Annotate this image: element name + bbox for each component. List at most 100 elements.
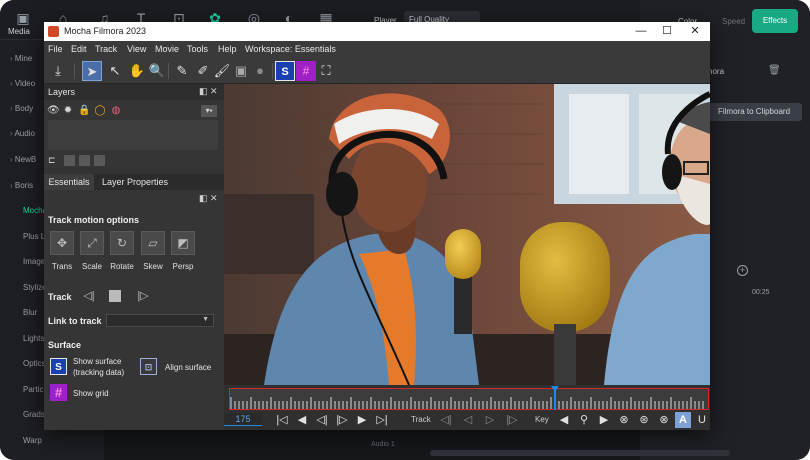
settings-disc-icon[interactable]: ● [250, 61, 270, 81]
tab-effects[interactable]: Effects [752, 9, 798, 33]
color-ring-icon[interactable]: ◯ [94, 105, 106, 117]
sidebar-item[interactable]: Audio [10, 129, 34, 138]
sidebar-item[interactable]: Boris [10, 181, 33, 190]
align-surface-icon[interactable]: ⊡ [140, 358, 157, 375]
show-grid-label[interactable]: Show grid [73, 388, 109, 399]
sidebar-item[interactable]: Plus L [23, 232, 45, 241]
menu-tools[interactable]: Tools [187, 44, 208, 54]
export-icon[interactable]: ⤓ [48, 61, 68, 81]
rotate-motion-button[interactable]: ↻ [110, 231, 134, 255]
toolbar-divider [272, 63, 273, 79]
copy-layer-icon[interactable] [79, 155, 90, 166]
close-panel-icon[interactable]: ✕ [210, 86, 218, 97]
tab-layer-properties[interactable]: Layer Properties [96, 174, 174, 190]
gear-icon[interactable]: ✹ [62, 105, 74, 117]
sidebar-item[interactable]: NewB [10, 155, 36, 164]
lock-icon[interactable]: 🔒 [78, 105, 90, 117]
add-key-icon[interactable]: ⚲ [576, 412, 592, 428]
key-lock-icon[interactable]: U [694, 412, 710, 428]
previous-frame-icon[interactable]: ◁| [314, 412, 330, 428]
next-frame-icon[interactable]: |▷ [334, 412, 350, 428]
xspline-pen-icon[interactable]: ✎ [172, 61, 192, 81]
playhead[interactable] [554, 388, 556, 410]
stop-tracking-icon[interactable] [109, 290, 121, 302]
bezier-pen-icon[interactable]: ✐ [193, 61, 213, 81]
next-key-icon[interactable]: ▶ [596, 412, 612, 428]
sidebar-item[interactable]: Lights [23, 334, 44, 343]
track-forwards-icon[interactable]: |▷ [504, 412, 520, 428]
new-folder-icon[interactable]: ⊏ [48, 155, 59, 166]
clear-keys-icon[interactable]: ⊗ [656, 412, 672, 428]
menu-track[interactable]: Track [95, 44, 117, 54]
duplicate-layer-icon[interactable] [64, 155, 75, 166]
scale-motion-button[interactable]: ⤢ [80, 231, 104, 255]
delete-all-keys-icon[interactable]: ⊛ [636, 412, 652, 428]
zoom-magnifier-icon[interactable]: 🔍 [147, 61, 167, 81]
menu-help[interactable]: Help [218, 44, 237, 54]
close-panel-icon[interactable]: ✕ [210, 193, 218, 204]
track-backwards-icon[interactable]: ◁| [438, 412, 454, 428]
trans-motion-button[interactable]: ✥ [50, 231, 74, 255]
timeline-ruler[interactable] [229, 386, 709, 410]
delete-layer-icon[interactable] [94, 155, 105, 166]
color-wheel-icon[interactable]: ◍ [110, 105, 122, 117]
menu-view[interactable]: View [127, 44, 146, 54]
sidebar-item[interactable]: Body [10, 104, 33, 113]
show-surface-icon[interactable]: S [50, 358, 67, 375]
track-back-frame-icon[interactable]: ◁ [460, 412, 476, 428]
timeline-scrollbar[interactable] [430, 450, 730, 456]
maximize-button[interactable]: ☐ [658, 24, 676, 39]
sidebar-item[interactable]: Warp [23, 436, 42, 445]
track-backwards-icon[interactable]: ◁| [82, 289, 96, 303]
track-forward-frame-icon[interactable]: ▷ [482, 412, 498, 428]
fit-frame-icon[interactable]: ⛶ [316, 61, 336, 81]
zoom-in-icon[interactable]: + [737, 265, 748, 276]
copy-to-clipboard-button[interactable]: Filmora to Clipboard [706, 103, 802, 121]
pick-cursor-icon[interactable]: ➤ [82, 61, 102, 81]
sidebar-item[interactable]: Mine [10, 54, 32, 63]
workspace-selector[interactable]: Workspace: Essentials [245, 44, 336, 54]
current-frame-field[interactable]: 175 [224, 413, 262, 426]
sidebar-item[interactable]: Optics [23, 359, 46, 368]
auto-key-icon[interactable]: A [675, 412, 691, 428]
align-surface-label[interactable]: Align surface [165, 362, 211, 373]
link-to-track-select[interactable]: ▼ [106, 314, 214, 327]
persp-motion-button[interactable]: ◩ [171, 231, 195, 255]
menu-file[interactable]: File [48, 44, 63, 54]
sidebar-item[interactable]: Image [23, 257, 45, 266]
layer-options-icon[interactable]: ▾▪ [201, 105, 217, 117]
undock-icon[interactable]: ◧ [199, 86, 208, 97]
grid-icon[interactable]: # [296, 61, 316, 81]
play-icon[interactable]: ▶ [354, 412, 370, 428]
eye-visibility-icon[interactable]: 👁 [47, 105, 60, 117]
tab-essentials[interactable]: Essentials [44, 174, 94, 190]
go-to-in-point-icon[interactable]: |◁ [274, 412, 290, 428]
show-grid-icon[interactable]: # [50, 384, 67, 401]
sidebar-item[interactable]: Partic [23, 385, 43, 394]
add-point-cursor-icon[interactable]: ↖ [105, 61, 125, 81]
surface-s-icon[interactable]: S [275, 61, 295, 81]
delete-key-icon[interactable]: ⊗ [616, 412, 632, 428]
sidebar-item[interactable]: Grads [23, 410, 45, 419]
menu-edit[interactable]: Edit [71, 44, 87, 54]
minimize-button[interactable]: — [632, 24, 650, 39]
sidebar-item[interactable]: Blur [23, 308, 37, 317]
menu-movie[interactable]: Movie [155, 44, 179, 54]
go-to-out-point-icon[interactable]: ▷| [374, 412, 390, 428]
trash-icon[interactable]: 🗑 [768, 65, 781, 76]
toolbar: ⤓ ➤ ↖ ✋ 🔍 ✎ ✐ 🖌 ▣ ● S # ⛶ [44, 58, 710, 84]
layers-list[interactable] [48, 120, 218, 150]
sidebar-item[interactable]: Video [10, 79, 35, 88]
undock-icon[interactable]: ◧ [199, 193, 208, 204]
pan-hand-icon[interactable]: ✋ [127, 61, 147, 81]
track-forwards-icon[interactable]: |▷ [136, 289, 150, 303]
step-back-icon[interactable]: ◀ [294, 412, 310, 428]
skew-motion-button[interactable]: ▱ [141, 231, 165, 255]
audio-track-label: Audio 1 [371, 441, 395, 448]
brush-icon[interactable]: 🖌 [212, 61, 232, 81]
clear-icon[interactable]: ▣ [231, 61, 251, 81]
close-button[interactable]: ✕ [686, 24, 704, 39]
tab-speed[interactable]: Speed [722, 17, 745, 26]
previous-key-icon[interactable]: ◀ [556, 412, 572, 428]
clip-viewer[interactable] [224, 84, 710, 385]
